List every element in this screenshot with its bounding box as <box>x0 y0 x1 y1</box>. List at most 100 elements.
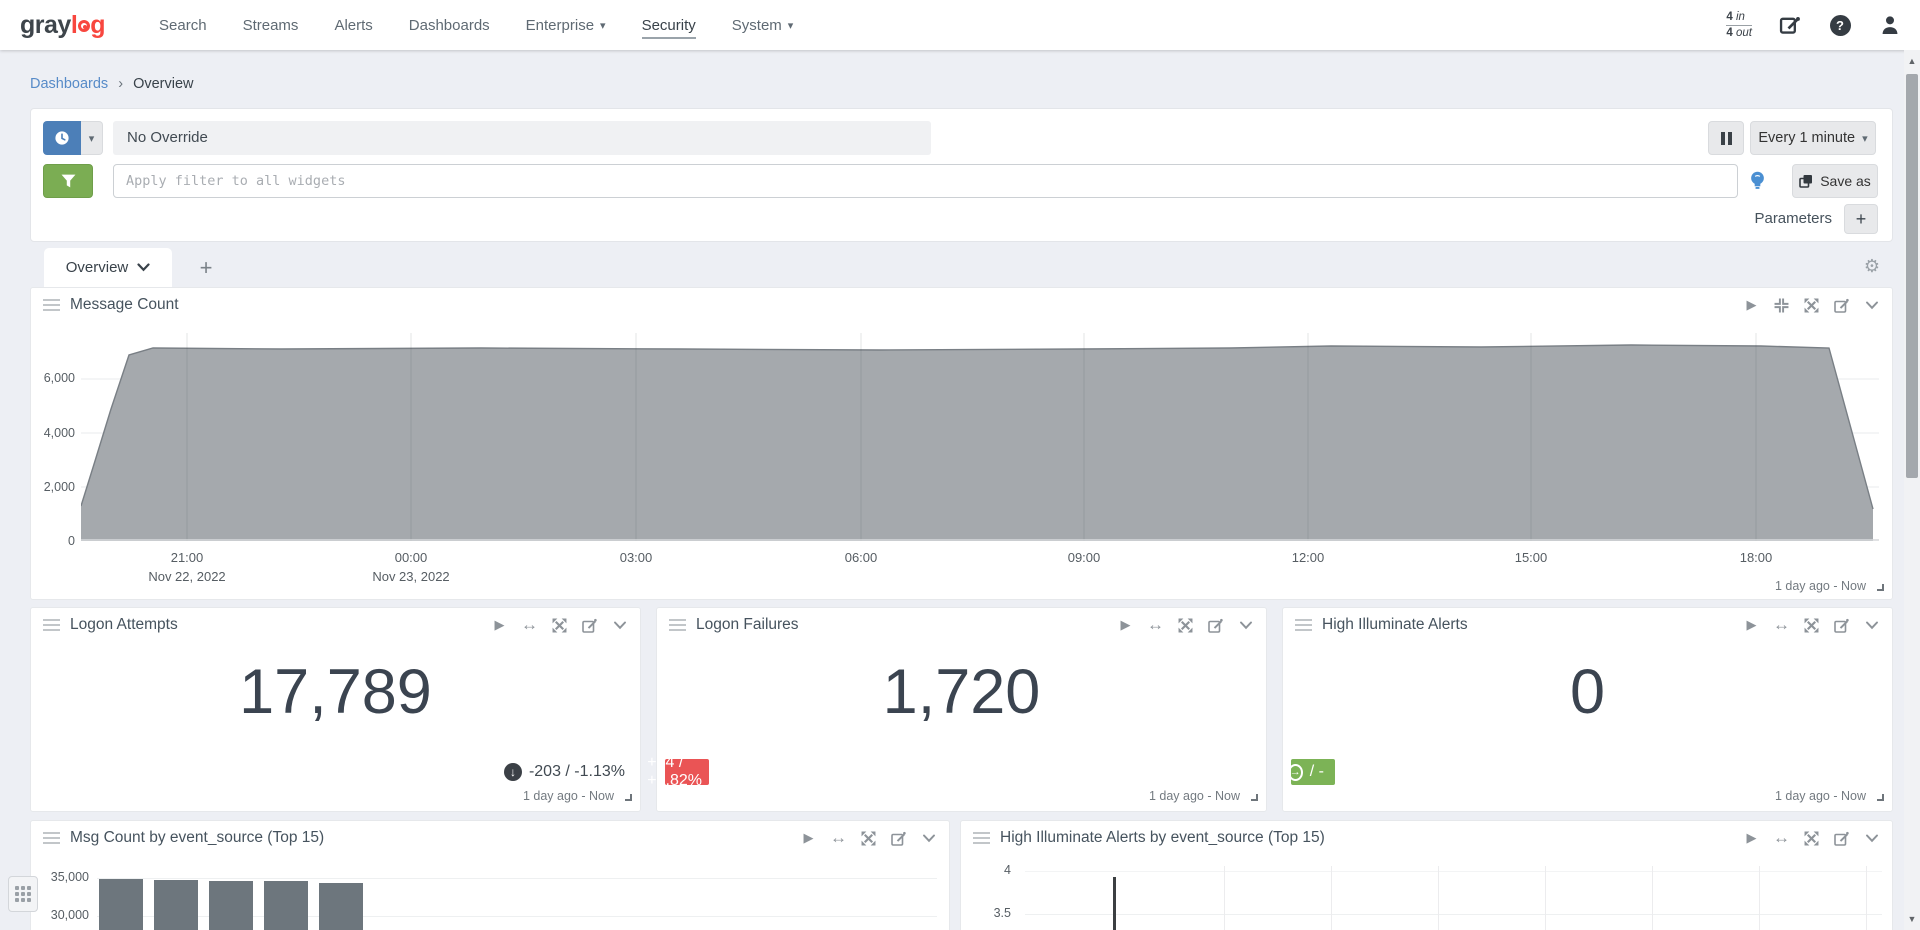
nav-item-security[interactable]: Security <box>642 17 696 39</box>
drag-handle-icon[interactable] <box>1295 616 1312 634</box>
drag-handle-icon[interactable] <box>669 616 686 634</box>
pencil-square-icon <box>1779 14 1801 36</box>
trend-indicator-good: → +0 / -- <box>1291 759 1335 785</box>
chevron-down-icon <box>137 263 150 272</box>
message-count-area-chart[interactable] <box>81 333 1879 541</box>
edit-widget-button[interactable] <box>1207 617 1224 634</box>
throughput-indicator[interactable]: 4 in 4 out <box>1726 11 1752 40</box>
drag-handle-icon[interactable] <box>973 829 990 847</box>
widget-filter-input[interactable] <box>113 164 1738 198</box>
horizontal-resize-button[interactable]: ↔ <box>1773 617 1790 634</box>
chevron-down-icon <box>1865 621 1879 630</box>
horizontal-resize-button[interactable]: ↔ <box>1773 830 1790 847</box>
expand-widget-button[interactable] <box>860 830 877 847</box>
caret-down-icon: ▾ <box>600 19 606 32</box>
widget-title: Logon Attempts <box>70 616 178 634</box>
edit-widget-button[interactable] <box>890 830 907 847</box>
copy-icon <box>1799 174 1813 188</box>
scrollbar-thumb[interactable] <box>1906 74 1918 478</box>
caret-down-icon: ▾ <box>1862 132 1868 145</box>
widget-menu-button[interactable] <box>611 617 628 634</box>
widget-menu-button[interactable] <box>1863 830 1880 847</box>
nav-item-dashboards[interactable]: Dashboards <box>409 17 490 34</box>
expand-widget-button[interactable] <box>551 617 568 634</box>
widget-timerange: 1 day ago - Now <box>1775 579 1866 593</box>
expand-arrows-icon <box>1178 618 1193 633</box>
y-tick-label: 3.5 <box>983 906 1011 920</box>
play-button[interactable]: ▶ <box>1117 617 1134 634</box>
play-button[interactable]: ▶ <box>491 617 508 634</box>
scroll-up-button[interactable]: ▲ <box>1904 53 1920 69</box>
expand-widget-button[interactable] <box>1177 617 1194 634</box>
widget-resize-handle[interactable] <box>1877 584 1884 591</box>
save-as-button[interactable]: Save as <box>1792 164 1878 198</box>
refresh-interval-dropdown[interactable]: Every 1 minute ▾ <box>1750 121 1876 155</box>
dashboard-settings-button[interactable]: ⚙ <box>1864 256 1880 277</box>
edit-icon <box>1834 298 1849 313</box>
widget-menu-button[interactable] <box>1863 297 1880 314</box>
widget-high-illuminate-alerts: High Illuminate Alerts ▶ ↔ <box>1282 607 1893 812</box>
area-series-fill <box>81 345 1873 541</box>
time-range-caret-button[interactable]: ▾ <box>81 121 103 155</box>
nav-item-streams[interactable]: Streams <box>243 17 299 34</box>
nav-item-search[interactable]: Search <box>159 17 207 34</box>
expand-arrows-icon <box>552 618 567 633</box>
widget-logon-attempts: Logon Attempts ▶ ↔ <box>30 607 641 812</box>
nav-item-enterprise[interactable]: Enterprise▾ <box>526 17 606 34</box>
edit-widget-button[interactable] <box>1833 297 1850 314</box>
tab-overview[interactable]: Overview <box>44 248 172 287</box>
edit-widget-button[interactable] <box>581 617 598 634</box>
time-range-button[interactable] <box>43 121 81 155</box>
compress-widget-button[interactable] <box>1773 297 1790 314</box>
play-button[interactable]: ▶ <box>1743 830 1760 847</box>
nav-item-system[interactable]: System▾ <box>732 17 794 34</box>
filter-button[interactable] <box>43 164 93 198</box>
horizontal-resize-button[interactable]: ↔ <box>521 617 538 634</box>
create-content-button[interactable] <box>1778 13 1802 37</box>
add-tab-button[interactable]: + <box>186 252 226 284</box>
help-button[interactable]: ? <box>1828 13 1852 37</box>
expand-widget-button[interactable] <box>1803 830 1820 847</box>
bar <box>319 883 363 930</box>
edit-widget-button[interactable] <box>1833 617 1850 634</box>
drag-handle-icon[interactable] <box>43 616 60 634</box>
widget-resize-handle[interactable] <box>1877 794 1884 801</box>
x-tick-label: 00:00 <box>366 550 456 565</box>
show-data-table-button[interactable] <box>8 876 38 912</box>
expand-widget-button[interactable] <box>1803 617 1820 634</box>
graylog-logo[interactable]: graylg <box>20 11 105 40</box>
widget-menu-button[interactable] <box>920 830 937 847</box>
widget-resize-handle[interactable] <box>625 794 632 801</box>
vertical-scrollbar[interactable]: ▲ ▼ <box>1904 50 1920 930</box>
lightbulb-icon <box>1749 171 1766 191</box>
query-help-button[interactable] <box>1749 171 1766 191</box>
edit-widget-button[interactable] <box>1833 830 1850 847</box>
widget-msg-count-by-event-source: Msg Count by event_source (Top 15) ▶ ↔ <box>30 820 950 930</box>
widget-logon-failures: Logon Failures ▶ ↔ <box>656 607 1267 812</box>
edit-icon <box>1834 618 1849 633</box>
horizontal-resize-button[interactable]: ↔ <box>830 830 847 847</box>
drag-handle-icon[interactable] <box>43 296 60 314</box>
pause-refresh-button[interactable] <box>1708 121 1744 155</box>
play-button[interactable]: ▶ <box>1743 297 1760 314</box>
add-parameter-button[interactable]: + <box>1844 204 1878 234</box>
play-button[interactable]: ▶ <box>1743 617 1760 634</box>
expand-arrows-icon <box>1804 298 1819 313</box>
x-tick-label: 09:00 <box>1039 550 1129 565</box>
expand-widget-button[interactable] <box>1803 297 1820 314</box>
trend-flat-icon: → <box>1288 764 1303 781</box>
breadcrumb-dashboards-link[interactable]: Dashboards <box>30 76 108 92</box>
widget-menu-button[interactable] <box>1863 617 1880 634</box>
nav-item-alerts[interactable]: Alerts <box>334 17 372 34</box>
drag-handle-icon[interactable] <box>43 829 60 847</box>
stat-value: 1,720 <box>657 656 1266 728</box>
widget-message-count: Message Count ▶ <box>30 287 1893 600</box>
widget-resize-handle[interactable] <box>1251 794 1258 801</box>
x-tick-label: 21:00 <box>142 550 232 565</box>
clock-icon <box>54 130 70 146</box>
widget-menu-button[interactable] <box>1237 617 1254 634</box>
horizontal-resize-button[interactable]: ↔ <box>1147 617 1164 634</box>
scroll-down-button[interactable]: ▼ <box>1904 911 1920 927</box>
play-button[interactable]: ▶ <box>800 830 817 847</box>
user-menu-button[interactable] <box>1878 13 1902 37</box>
